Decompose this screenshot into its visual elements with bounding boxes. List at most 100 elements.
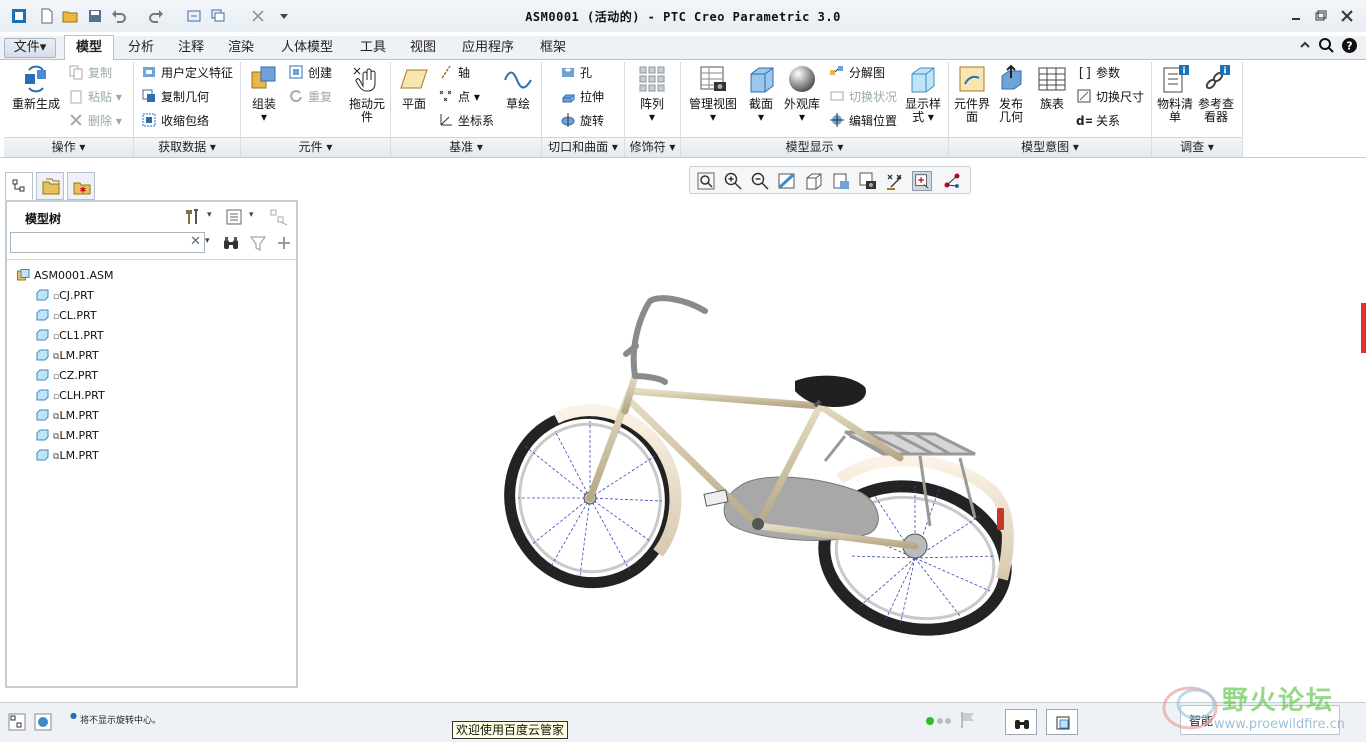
clear-search-icon[interactable]: ✕ (190, 234, 201, 249)
csys-button[interactable]: 坐标系 (438, 112, 494, 130)
annotation-display-icon[interactable] (942, 171, 962, 191)
graphics-area[interactable] (300, 196, 1360, 696)
saved-orientations-icon[interactable] (831, 171, 851, 191)
tab-applications[interactable]: 应用程序 (450, 37, 526, 60)
flag-icon[interactable] (960, 711, 976, 729)
axis-button[interactable]: 轴 (438, 64, 470, 82)
point-button[interactable]: 点 ▾ (438, 88, 480, 106)
copy-button[interactable]: 复制 (68, 64, 112, 82)
group-operations[interactable]: 操作 ▾ (4, 137, 134, 157)
refit-icon[interactable] (696, 171, 716, 191)
group-datum[interactable]: 基准 ▾ (391, 137, 542, 157)
tab-manikin[interactable]: 人体模型 (268, 37, 346, 60)
manage-views-button[interactable]: 管理视图 ▾ (686, 64, 740, 124)
group-model-display[interactable]: 模型显示 ▾ (681, 137, 949, 157)
tree-settings-dropdown[interactable]: ▾ (207, 210, 212, 220)
tab-analysis[interactable]: 分析 (118, 37, 164, 60)
shrinkwrap-button[interactable]: 收缩包络 (141, 112, 209, 130)
tab-render[interactable]: 渲染 (218, 37, 264, 60)
tree-show-icon[interactable] (225, 208, 243, 226)
plane-button[interactable]: 平面 (396, 64, 432, 111)
tab-file[interactable]: 文件▾ (4, 38, 56, 58)
drag-components-button[interactable]: 拖动元件 (348, 64, 386, 124)
view-manager-icon[interactable] (858, 171, 878, 191)
tree-part-item[interactable]: ⧉LM.PRT (36, 446, 99, 466)
tree-part-item[interactable]: ▫CJ.PRT (36, 286, 94, 306)
toggle-status-button[interactable]: 切换状况 (829, 88, 897, 106)
select-box-button[interactable] (1046, 709, 1078, 735)
tree-settings-icon[interactable] (183, 208, 203, 226)
tree-part-item[interactable]: ▫CL1.PRT (36, 326, 104, 346)
tab-annotate[interactable]: 注释 (168, 37, 214, 60)
tab-tools[interactable]: 工具 (350, 37, 396, 60)
hole-button[interactable]: 孔 (560, 64, 592, 82)
relations-button[interactable]: d= 关系 (1076, 112, 1120, 130)
group-component[interactable]: 元件 ▾ (241, 137, 391, 157)
search-dropdown[interactable]: ▾ (205, 236, 210, 246)
search-icon[interactable] (1318, 37, 1334, 53)
browser-toggle-icon[interactable] (34, 713, 52, 731)
filter-icon[interactable] (249, 234, 267, 252)
repaint-icon[interactable] (777, 171, 797, 191)
component-interface-button[interactable]: 元件界面 (954, 64, 990, 124)
edit-position-button[interactable]: 编辑位置 (829, 112, 897, 130)
tree-columns-icon[interactable] (269, 208, 289, 226)
group-get-data[interactable]: 获取数据 ▾ (134, 137, 241, 157)
group-cuts-surfaces[interactable]: 切口和曲面 ▾ (542, 137, 625, 157)
group-modifiers[interactable]: 修饰符 ▾ (625, 137, 681, 157)
assemble-button[interactable]: 组装 ▾ (245, 64, 283, 124)
zoom-in-icon[interactable] (723, 171, 743, 191)
tree-part-item[interactable]: ⧉LM.PRT (36, 406, 99, 426)
tab-folder-browser[interactable] (36, 172, 64, 200)
family-table-button[interactable]: 族表 (1035, 64, 1069, 111)
datum-display-icon[interactable] (885, 171, 905, 191)
zoom-out-icon[interactable] (750, 171, 770, 191)
tab-view[interactable]: 视图 (400, 37, 446, 60)
udf-button[interactable]: 用户定义特征 (141, 64, 233, 82)
delete-button[interactable]: 删除 ▾ (68, 112, 122, 130)
group-investigate[interactable]: 调查 ▾ (1152, 137, 1243, 157)
paste-button[interactable]: 粘贴 ▾ (68, 88, 122, 106)
tab-favorites[interactable]: ✱ (67, 172, 95, 200)
find-binoculars-icon[interactable] (222, 234, 240, 252)
display-style-icon[interactable] (804, 171, 824, 191)
minimize-ribbon-icon[interactable] (1298, 38, 1312, 52)
extrude-button[interactable]: 拉伸 (560, 88, 604, 106)
display-style-button[interactable]: 显示样式 ▾ (902, 64, 944, 124)
sketch-button[interactable]: 草绘 (500, 64, 536, 111)
section-button[interactable]: 截面 ▾ (744, 64, 778, 124)
tree-part-item[interactable]: ▫CL.PRT (36, 306, 97, 326)
tree-part-item[interactable]: ▫CLH.PRT (36, 386, 105, 406)
copy-geometry-button[interactable]: 复制几何 (141, 88, 209, 106)
group-model-intent[interactable]: 模型意图 ▾ (949, 137, 1152, 157)
tab-framework[interactable]: 框架 (530, 37, 576, 60)
publish-geometry-button[interactable]: 发布几何 (994, 64, 1028, 124)
bom-button[interactable]: i 物料清单 (1157, 64, 1193, 124)
regenerate-button[interactable]: 重新生成 (8, 64, 64, 111)
repeat-button[interactable]: 重复 (288, 88, 332, 106)
help-icon[interactable]: ? (1341, 37, 1358, 54)
find-button[interactable] (1005, 709, 1037, 735)
minimize-icon[interactable] (1288, 8, 1304, 24)
tree-show-dropdown[interactable]: ▾ (249, 210, 254, 220)
tree-search-input[interactable]: ✕ (10, 232, 205, 253)
switch-dimensions-button[interactable]: 切换尺寸 (1076, 88, 1144, 106)
add-icon[interactable] (275, 234, 293, 252)
create-button[interactable]: 创建 (288, 64, 332, 82)
pattern-button[interactable]: 阵列 ▾ (633, 64, 671, 124)
parameters-button[interactable]: [] 参数 (1076, 64, 1120, 82)
tree-part-item[interactable]: ⧉LM.PRT (36, 426, 99, 446)
spin-center-icon[interactable] (912, 171, 932, 191)
tree-root-assembly[interactable]: ASM0001.ASM (17, 266, 114, 286)
appearance-gallery-button[interactable]: 外观库 ▾ (782, 64, 822, 124)
restore-icon[interactable] (1313, 8, 1329, 24)
reference-viewer-button[interactable]: i 参考查看器 (1196, 64, 1236, 124)
tab-model[interactable]: 模型 (64, 35, 114, 61)
tree-part-item[interactable]: ⧉LM.PRT (36, 346, 99, 366)
tab-model-tree[interactable] (5, 172, 33, 200)
explode-view-button[interactable]: 分解图 (829, 64, 885, 82)
revolve-button[interactable]: 旋转 (560, 112, 604, 130)
close-icon[interactable] (1339, 8, 1355, 24)
tree-part-item[interactable]: ▫CZ.PRT (36, 366, 98, 386)
navigator-toggle-icon[interactable] (8, 713, 26, 731)
